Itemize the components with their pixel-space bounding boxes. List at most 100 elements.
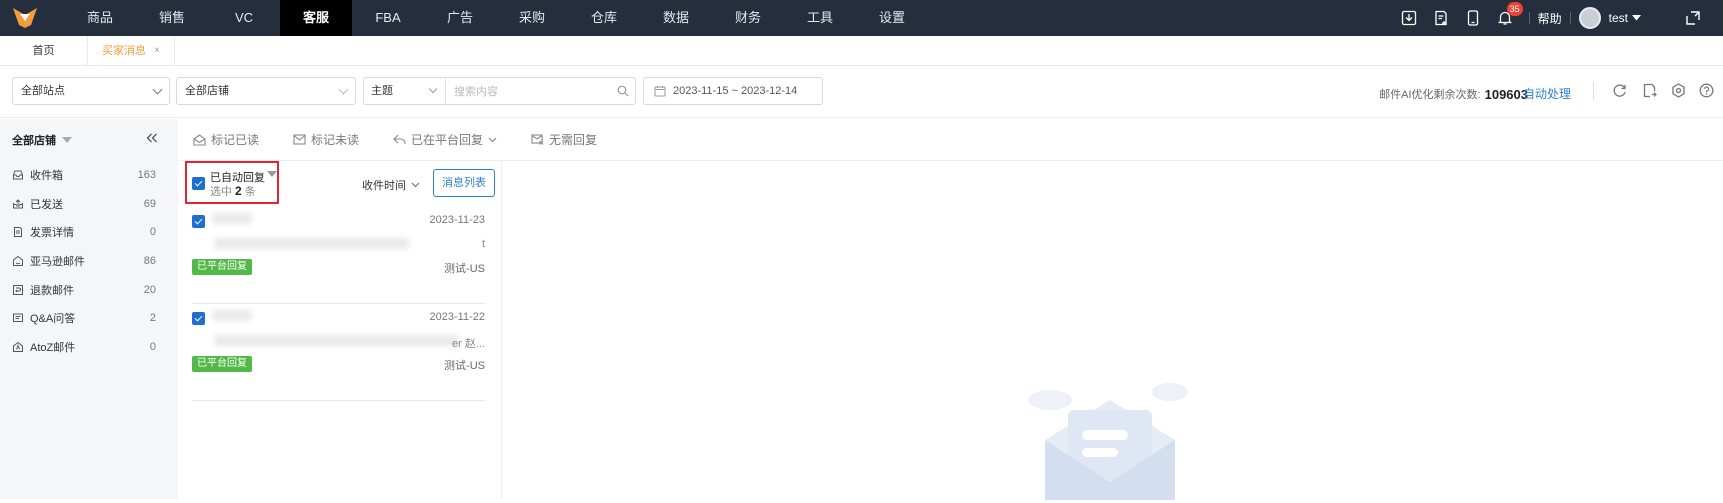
nav-item-6[interactable]: 采购	[496, 0, 568, 36]
status-badge: 已平台回复	[192, 356, 252, 372]
nav-item-7[interactable]: 仓库	[568, 0, 640, 36]
nav-item-10[interactable]: 工具	[784, 0, 856, 36]
search-icon[interactable]	[611, 85, 635, 97]
nav-item-8[interactable]: 数据	[640, 0, 712, 36]
no-reply-button[interactable]: 无需回复	[531, 131, 597, 148]
subject-blurred	[214, 335, 459, 346]
bell-icon[interactable]: 35	[1489, 0, 1523, 36]
nav-item-1[interactable]: 销售	[136, 0, 208, 36]
caret-down-icon	[1632, 15, 1641, 21]
logo-icon[interactable]	[0, 0, 50, 36]
sidebar-item-count: 0	[149, 226, 156, 239]
tab-buyer-messages[interactable]: 买家消息 ×	[88, 36, 175, 66]
message-actions: 标记已读 标记未读 已在平台回复 无需回复	[178, 119, 1723, 161]
mark-read-button[interactable]: 标记已读	[193, 131, 259, 148]
tab-home[interactable]: 首页	[0, 36, 88, 66]
sidebar-item-2[interactable]: 发票详情 0	[0, 218, 178, 247]
message-checkbox[interactable]	[192, 312, 205, 325]
search-input[interactable]: 搜索内容	[446, 83, 611, 99]
sort-label: 收件时间	[362, 180, 406, 192]
atoz-icon	[13, 341, 23, 352]
selected-count: 选中 2 条	[210, 183, 256, 199]
document-add-icon[interactable]	[1425, 0, 1457, 36]
top-nav-tools: 35 帮助 test	[1393, 0, 1723, 36]
mark-unread-button[interactable]: 标记未读	[293, 131, 359, 148]
site-select[interactable]: 全部站点	[12, 77, 170, 105]
message-checkbox[interactable]	[192, 215, 205, 228]
mark-read-label: 标记已读	[211, 133, 260, 147]
help-link[interactable]: 帮助	[1538, 10, 1562, 27]
sidebar-item-count: 163	[137, 169, 156, 182]
invoice-icon	[14, 227, 22, 238]
replied-platform-button[interactable]: 已在平台回复	[393, 131, 497, 148]
nav-item-11[interactable]: 设置	[856, 0, 928, 36]
divider	[1593, 82, 1594, 100]
sidebar-item-5[interactable]: Q&A问答 2	[0, 304, 178, 333]
chevron-down-icon	[152, 84, 163, 95]
sidebar-item-label: AtoZ邮件	[30, 341, 76, 354]
shop-name: 测试-US	[444, 360, 485, 372]
nav-item-3[interactable]: 客服	[280, 0, 352, 36]
envelope-icon	[293, 134, 306, 145]
message-list-panel: 已自动回复 选中 2 条 收件时间 消息列表 2023-11-23 t 已平台回复 测试-…	[178, 161, 502, 499]
sidebar-item-3[interactable]: 亚马逊邮件 86	[0, 247, 178, 276]
date-range-value: 2023-11-15 ~ 2023-12-14	[673, 85, 798, 97]
auto-process-link[interactable]: 自动处理	[1523, 85, 1571, 102]
caret-down-icon[interactable]	[267, 171, 277, 177]
refund-mail-icon	[13, 284, 23, 295]
store-select[interactable]: 全部店铺	[176, 77, 356, 105]
ai-quota-label: 邮件AI优化剩余次数:	[1379, 89, 1481, 101]
mobile-icon[interactable]	[1457, 0, 1489, 36]
help-icon[interactable]	[1697, 81, 1715, 99]
user-menu[interactable]: test	[1609, 11, 1641, 25]
notification-badge: 35	[1506, 2, 1523, 16]
caret-down-icon	[62, 137, 72, 143]
sidebar-item-count: 2	[149, 312, 156, 325]
nav-item-9[interactable]: 财务	[712, 0, 784, 36]
collapse-icon[interactable]	[146, 133, 158, 146]
search-field-select[interactable]: 主题	[364, 78, 446, 104]
divider	[1569, 12, 1571, 24]
message-list-button[interactable]: 消息列表	[433, 169, 495, 197]
close-icon[interactable]: ×	[154, 36, 160, 66]
filter-bar: 全部站点 全部店铺 主题 搜索内容 2023-11-15 ~ 2023-12-1…	[0, 66, 1723, 118]
sidebar-item-4[interactable]: 退款邮件 20	[0, 275, 178, 304]
tab-home-label: 首页	[32, 45, 55, 57]
message-date: 2023-11-23	[429, 214, 485, 226]
sidebar-item-label: 已发送	[30, 198, 63, 211]
nav-item-2[interactable]: VC	[208, 0, 280, 36]
list-item[interactable]: 2023-11-22 er 赵... 已平台回复 测试-US	[192, 304, 485, 401]
selected-prefix: 选中	[210, 186, 232, 198]
sidebar-item-label: 亚马逊邮件	[30, 256, 85, 269]
nav-item-5[interactable]: 广告	[424, 0, 496, 36]
sidebar-item-count: 86	[143, 255, 156, 268]
store-filter[interactable]: 全部店铺	[0, 119, 178, 161]
subject-tail: er 赵...	[451, 338, 485, 350]
sender-name-blurred	[212, 213, 252, 224]
page-tabs: 首页 买家消息 ×	[0, 36, 1723, 66]
selected-suffix: 条	[244, 186, 256, 198]
ai-quota: 邮件AI优化剩余次数: 109603	[1379, 86, 1528, 102]
sidebar-item-1[interactable]: 已发送 69	[0, 190, 178, 219]
ai-quota-count: 109603	[1484, 86, 1528, 102]
download-icon[interactable]	[1393, 0, 1425, 36]
sidebar-item-6[interactable]: AtoZ邮件 0	[0, 333, 178, 362]
mark-unread-label: 标记未读	[311, 133, 360, 147]
date-range-picker[interactable]: 2023-11-15 ~ 2023-12-14	[643, 77, 823, 105]
calendar-icon	[654, 86, 666, 97]
export-icon[interactable]	[1640, 81, 1658, 99]
nav-item-4[interactable]: FBA	[352, 0, 424, 36]
sidebar-item-count: 20	[143, 283, 156, 296]
search-combo: 主题 搜索内容	[363, 77, 636, 105]
tab-buyer-messages-label: 买家消息	[102, 45, 146, 57]
nav-item-0[interactable]: 商品	[64, 0, 136, 36]
select-all-checkbox[interactable]	[192, 177, 205, 190]
avatar[interactable]	[1578, 7, 1601, 29]
sort-select[interactable]: 收件时间	[362, 177, 420, 193]
settings-icon[interactable]	[1669, 81, 1687, 99]
sidebar-item-0[interactable]: 收件箱 163	[0, 161, 178, 190]
inbox-icon	[13, 170, 23, 180]
list-item[interactable]: 2023-11-23 t 已平台回复 测试-US	[192, 207, 485, 304]
fullscreen-icon[interactable]	[1677, 0, 1709, 36]
refresh-icon[interactable]	[1610, 81, 1628, 99]
